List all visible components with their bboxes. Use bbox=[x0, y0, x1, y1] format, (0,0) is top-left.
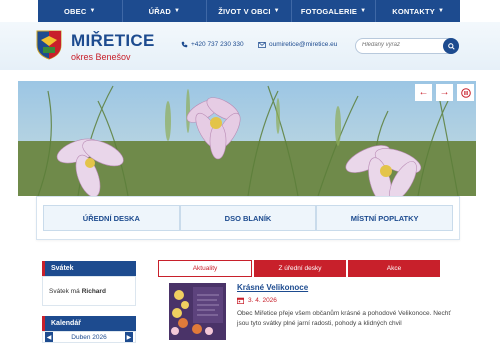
calendar-month: Duben 2026 bbox=[71, 333, 107, 341]
arrow-left-icon: ← bbox=[418, 87, 429, 98]
email-address: oumiretice@miretice.eu bbox=[269, 41, 338, 48]
search-box bbox=[355, 38, 459, 54]
holiday-heading: Svátek bbox=[42, 261, 136, 276]
nav-label: ÚŘAD bbox=[148, 6, 172, 16]
slider-next-button[interactable]: → bbox=[436, 84, 453, 101]
nav-label: ŽIVOT V OBCI bbox=[218, 6, 271, 16]
site-header: MIŘETICE okres Benešov +420 737 230 330 … bbox=[0, 22, 500, 70]
holiday-prefix: Svátek má bbox=[49, 287, 80, 295]
main-navigation: OBEC ▼ ÚŘAD ▼ ŽIVOT V OBCI ▼ FOTOGALERIE ▼ K… bbox=[38, 0, 460, 22]
article-date: 3. 4. 2026 bbox=[237, 297, 277, 304]
arrow-right-icon: → bbox=[439, 87, 450, 98]
search-input[interactable] bbox=[362, 42, 442, 48]
chevron-down-icon: ▼ bbox=[360, 8, 367, 14]
phone-number: +420 737 230 330 bbox=[191, 41, 244, 48]
quick-link-mistni-poplatky[interactable]: MÍSTNÍ POPLATKY bbox=[316, 205, 454, 231]
calendar-next-button[interactable]: ▶ bbox=[124, 332, 133, 342]
nav-item-urad[interactable]: ÚŘAD ▼ bbox=[123, 0, 208, 22]
site-title[interactable]: MIŘETICE bbox=[71, 31, 155, 51]
tab-akce[interactable]: Akce bbox=[348, 260, 440, 277]
quick-links: ÚŘEDNÍ DESKA DSO BLANÍK MÍSTNÍ POPLATKY bbox=[36, 196, 460, 240]
holiday-box: Svátek má Richard bbox=[42, 276, 136, 306]
calendar-month-row: ◀ Duben 2026 ▶ bbox=[42, 331, 136, 343]
nav-label: OBEC bbox=[63, 6, 87, 16]
phone-icon bbox=[181, 41, 188, 48]
chevron-down-icon: ▼ bbox=[174, 8, 181, 14]
search-icon bbox=[447, 42, 455, 50]
hero-slider: ← → bbox=[18, 81, 476, 196]
holiday-name: Richard bbox=[81, 287, 106, 295]
chevron-down-icon: ▼ bbox=[437, 8, 445, 14]
nav-item-obec[interactable]: OBEC ▼ bbox=[38, 0, 123, 22]
slider-pause-button[interactable] bbox=[457, 84, 474, 101]
phone-link[interactable]: +420 737 230 330 bbox=[181, 41, 244, 48]
slider-prev-button[interactable]: ← bbox=[415, 84, 432, 101]
quick-link-uredni-deska[interactable]: ÚŘEDNÍ DESKA bbox=[43, 205, 180, 231]
article-excerpt: Obec Miřetice přeje všem občanům krásné … bbox=[237, 310, 451, 327]
hero-image bbox=[18, 81, 476, 196]
chevron-down-icon: ▼ bbox=[89, 8, 96, 14]
article-title[interactable]: Krásné Velikonoce bbox=[237, 283, 308, 292]
email-link[interactable]: oumiretice@miretice.eu bbox=[258, 41, 337, 48]
chevron-down-icon: ▼ bbox=[273, 8, 280, 14]
pause-icon bbox=[460, 87, 471, 98]
site-subtitle: okres Benešov bbox=[71, 52, 131, 62]
nav-item-kontakty[interactable]: KONTAKTY ▼ bbox=[376, 0, 460, 22]
easter-image bbox=[169, 283, 226, 340]
article-date-text: 3. 4. 2026 bbox=[248, 297, 277, 304]
tab-z-uredni-desky[interactable]: Z úřední desky bbox=[254, 260, 346, 277]
article-thumbnail[interactable] bbox=[169, 283, 226, 340]
nav-item-zivot-v-obci[interactable]: ŽIVOT V OBCI ▼ bbox=[207, 0, 292, 22]
news-tabs: Aktuality Z úřední desky Akce bbox=[158, 260, 440, 277]
nav-label: FOTOGALERIE bbox=[300, 6, 358, 16]
quick-link-dso-blanik[interactable]: DSO BLANÍK bbox=[179, 205, 317, 231]
tab-aktuality[interactable]: Aktuality bbox=[158, 260, 252, 277]
search-button[interactable] bbox=[443, 38, 459, 54]
mail-icon bbox=[258, 41, 266, 48]
calendar-prev-button[interactable]: ◀ bbox=[45, 332, 53, 342]
calendar-heading: Kalendář bbox=[42, 316, 136, 331]
nav-item-fotogalerie[interactable]: FOTOGALERIE ▼ bbox=[292, 0, 377, 22]
coat-of-arms-logo[interactable] bbox=[36, 30, 62, 60]
calendar-icon bbox=[237, 297, 244, 304]
nav-label: KONTAKTY bbox=[392, 6, 435, 16]
